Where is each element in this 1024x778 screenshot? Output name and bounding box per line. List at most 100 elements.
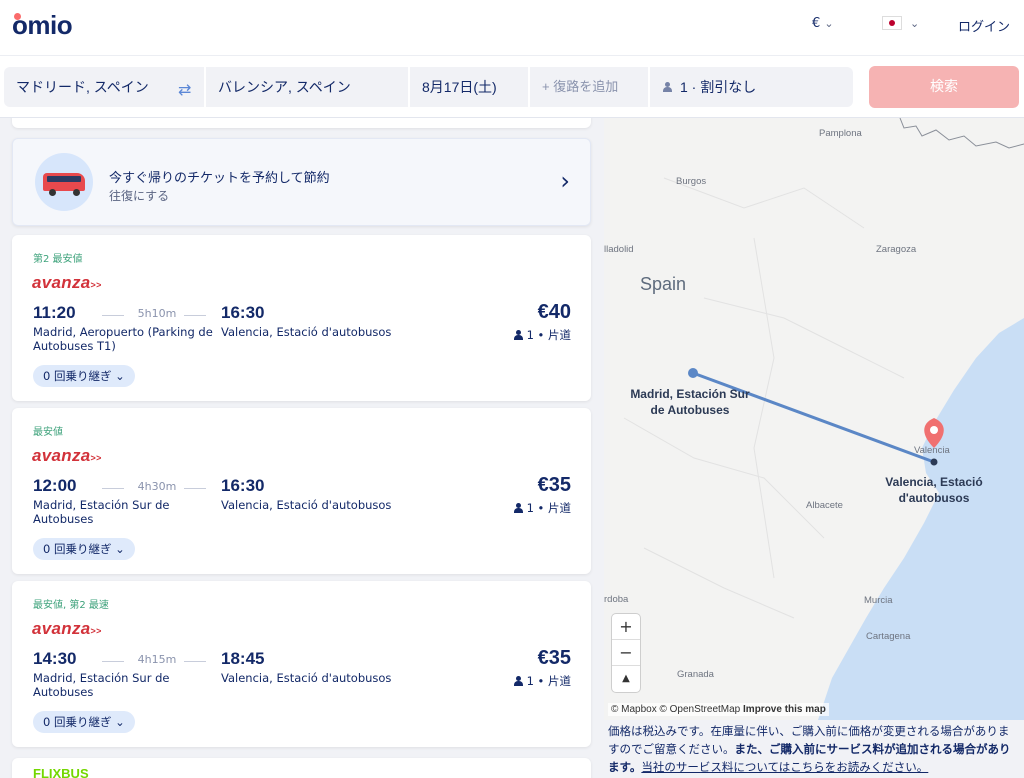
chevron-down-icon: ⌄ (115, 369, 125, 383)
route-map[interactable]: Pamplona Burgos lladolid Zaragoza Valenc… (604, 118, 1024, 720)
operator-logo: avanza>> (32, 619, 102, 639)
place-label: Albacete (806, 500, 843, 511)
date-field[interactable]: 8月17日(土) (410, 67, 528, 107)
zoom-out-button[interactable]: − (612, 640, 640, 666)
destination-dot (930, 458, 938, 466)
result-badge: 最安値, 第2 最速 (33, 600, 109, 611)
passenger-summary: 1 • 片道 (513, 500, 571, 516)
arrival-time: 18:45 (221, 649, 265, 668)
passenger-summary-text: 1 • 片道 (526, 674, 571, 688)
flixbus-logo: FLIXBUS (33, 766, 89, 778)
operator-arrow: >> (90, 626, 102, 636)
result-card[interactable]: 最安値, 第2 最速 avanza>> 14:30 4h15m 18:45 Ma… (12, 581, 591, 747)
operator-arrow: >> (90, 453, 102, 463)
bus-wheel (73, 189, 80, 196)
chevron-right-icon: › (560, 167, 570, 195)
transfers-toggle[interactable]: 0 回乗り継ぎ ⌄ (33, 538, 135, 560)
zoom-in-button[interactable]: + (612, 614, 640, 640)
add-return-field[interactable]: + 復路を追加 (530, 67, 648, 107)
result-badge: 第2 最安値 (33, 254, 83, 265)
omio-logo[interactable]: omio (12, 10, 73, 41)
place-label: Valencia (914, 445, 950, 456)
bus-wheel (49, 189, 56, 196)
result-card[interactable]: 第2 最安値 avanza>> 11:20 5h10m 16:30 Madrid… (12, 235, 591, 401)
operator-name: avanza (32, 619, 91, 638)
chevron-down-icon: ⌄ (115, 715, 125, 729)
pin-center (930, 426, 938, 434)
departure-time: 14:30 (33, 649, 77, 668)
chevron-down-icon: ⌄ (824, 17, 834, 30)
destination-label: Valencia, Estació d'autobusos (885, 475, 983, 505)
person-icon (513, 330, 523, 340)
duration-line (184, 661, 206, 662)
trip-duration: 5h10m (137, 307, 177, 320)
arrival-station: Valencia, Estació d'autobusos (221, 671, 392, 685)
place-label: Burgos (676, 176, 707, 187)
passengers-field[interactable]: 1 · 割引なし (650, 67, 853, 107)
transfers-label: 0 回乗り継ぎ (43, 542, 112, 556)
place-label: rdoba (604, 594, 629, 605)
departure-time: 11:20 (33, 303, 76, 322)
trip-duration: 4h30m (137, 480, 177, 493)
map-canvas (623, 118, 1024, 720)
top-bar: omio € ⌄ ⌄ ログイン (0, 0, 1024, 56)
duration-line (184, 488, 206, 489)
place-label: Pamplona (819, 128, 862, 139)
transfers-toggle[interactable]: 0 回乗り継ぎ ⌄ (33, 365, 135, 387)
next-result-card[interactable]: FLIXBUS (12, 758, 591, 778)
improve-map-link[interactable]: Improve this map (743, 704, 826, 715)
swap-icon[interactable]: ⇄ (178, 80, 191, 99)
service-fee-link[interactable]: 当社のサービス料についてはこちらをお読みください。 (641, 760, 928, 774)
attribution-text[interactable]: © Mapbox © OpenStreetMap (611, 704, 740, 715)
return-trip-promo[interactable]: 今すぐ帰りのチケットを予約して節約 往復にする › (12, 138, 591, 226)
operator-name: avanza (32, 273, 91, 292)
trip-price: €35 (537, 474, 571, 496)
currency-selector[interactable]: € ⌄ (812, 16, 834, 31)
compass-button[interactable]: ▲ (612, 666, 640, 692)
trip-duration: 4h15m (137, 653, 177, 666)
origin-marker[interactable] (688, 368, 698, 378)
person-icon (513, 503, 523, 513)
arrival-station: Valencia, Estació d'autobusos (221, 325, 392, 339)
passenger-summary: 1 • 片道 (513, 327, 571, 343)
passenger-summary-text: 1 • 片道 (526, 328, 571, 342)
departure-time: 12:00 (33, 476, 77, 495)
japan-flag-icon (882, 16, 902, 30)
promo-subtitle: 往復にする (109, 189, 170, 203)
arrival-station: Valencia, Estació d'autobusos (221, 498, 392, 512)
country-label: Spain (640, 274, 687, 294)
operator-logo: avanza>> (32, 446, 102, 466)
chevron-down-icon: ⌄ (910, 16, 920, 30)
departure-station: Madrid, Estación Sur de Autobuses (33, 671, 170, 699)
place-label: Murcia (864, 595, 893, 606)
destination-field[interactable]: バレンシア, スペイン (206, 67, 408, 107)
search-bar: マドリード, スペイン ⇄ バレンシア, スペイン 8月17日(土) + 復路を… (0, 56, 1024, 118)
operator-name: avanza (32, 446, 91, 465)
result-card[interactable]: 最安値 avanza>> 12:00 4h30m 16:30 Madrid, E… (12, 408, 591, 574)
trip-price: €35 (537, 647, 571, 669)
language-selector[interactable]: ⌄ (882, 16, 919, 30)
price-notice: 価格は税込みです。在庫量に伴い、ご購入前に価格が変更される場合がありますのでご留… (604, 722, 1024, 778)
place-label: lladolid (604, 244, 634, 255)
transfers-toggle[interactable]: 0 回乗り継ぎ ⌄ (33, 711, 135, 733)
duration-line (184, 315, 206, 316)
arrival-time: 16:30 (221, 303, 265, 322)
operator-arrow: >> (90, 280, 102, 290)
search-button[interactable]: 検索 (869, 66, 1019, 108)
operator-logo: avanza>> (32, 273, 102, 293)
result-badge: 最安値 (33, 427, 63, 438)
arrival-time: 16:30 (221, 476, 265, 495)
transfers-label: 0 回乗り継ぎ (43, 369, 112, 383)
login-link[interactable]: ログイン (958, 16, 1010, 35)
departure-station: Madrid, Aeropuerto (Parking de Autobuses… (33, 325, 213, 353)
place-label: Zaragoza (876, 244, 917, 255)
origin-field[interactable]: マドリード, スペイン (4, 67, 204, 107)
bus-illustration (35, 153, 93, 211)
person-icon (513, 676, 523, 686)
transfers-label: 0 回乗り継ぎ (43, 715, 112, 729)
person-icon (662, 82, 672, 92)
border-line (899, 118, 1024, 149)
sea-area (818, 318, 1024, 720)
chevron-down-icon: ⌄ (115, 542, 125, 556)
results-panel: 今すぐ帰りのチケットを予約して節約 往復にする › 第2 最安値 avanza>… (0, 118, 604, 778)
